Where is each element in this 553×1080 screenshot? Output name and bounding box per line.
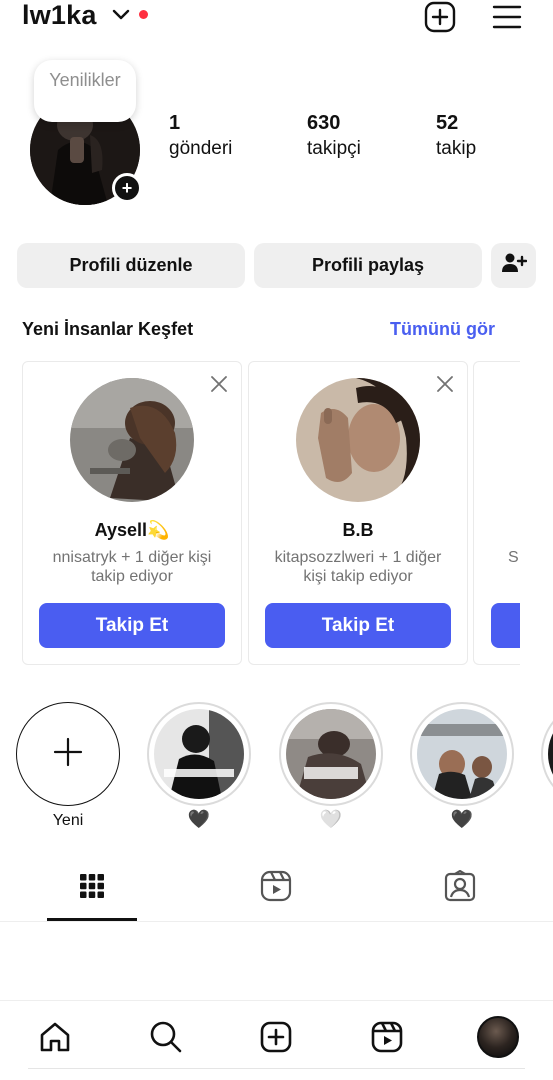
- search-icon[interactable]: [144, 1015, 188, 1059]
- suggestion-mutuals: nnisatryk + 1 diğer kişi takip ediyor: [52, 549, 212, 585]
- followers-value: 630: [307, 112, 341, 134]
- highlight-cover: [154, 709, 244, 799]
- tab-reels[interactable]: [256, 868, 296, 908]
- new-post-icon[interactable]: [423, 0, 457, 34]
- new-highlight-label: Yeni: [52, 812, 84, 829]
- plus-icon: [53, 737, 83, 772]
- highlight-item[interactable]: 🤍: [279, 702, 383, 828]
- highlight-title: 🤍: [319, 809, 343, 829]
- following-value: 52: [436, 112, 459, 134]
- followers-count[interactable]: 630 takipçi: [307, 111, 361, 161]
- posts-value: 1: [169, 112, 181, 134]
- following-label: takip: [436, 138, 477, 159]
- suggestion-avatar[interactable]: [70, 378, 194, 502]
- username[interactable]: lw1ka: [22, 0, 97, 31]
- tagged-icon: [444, 869, 476, 907]
- tab-tagged[interactable]: [440, 868, 480, 908]
- add-person-icon: [501, 252, 527, 279]
- follow-button[interactable]: Takip Et: [39, 603, 225, 648]
- reels-icon: [260, 870, 292, 907]
- divider: [0, 921, 553, 922]
- posts-label: gönderi: [169, 138, 233, 159]
- highlight-title: 🖤: [450, 809, 474, 829]
- home-icon[interactable]: [33, 1015, 77, 1059]
- suggestion-name[interactable]: Aysell💫: [23, 520, 241, 541]
- highlight-item[interactable]: [541, 702, 553, 806]
- highlight-cover: [286, 709, 376, 799]
- highlight-title: 🖤: [187, 809, 211, 829]
- follow-button[interactable]: Takip Et: [265, 603, 451, 648]
- highlight-cover: [548, 709, 553, 799]
- avatar: [477, 1016, 519, 1058]
- close-icon[interactable]: [435, 374, 455, 394]
- tab-posts[interactable]: [72, 868, 112, 908]
- highlight-cover: [417, 709, 507, 799]
- discover-people-button[interactable]: [491, 243, 536, 288]
- header: lw1ka: [0, 0, 553, 34]
- profile-note[interactable]: Yenilikler: [34, 60, 136, 122]
- close-icon[interactable]: [209, 374, 229, 394]
- chevron-down-icon[interactable]: [112, 8, 130, 27]
- suggestion-card[interactable]: B.B kitapsozzlweri + 1 diğer kişi takip …: [248, 361, 468, 665]
- following-count[interactable]: 52 takip: [436, 111, 476, 161]
- suggestion-mutuals: S: [508, 549, 519, 566]
- create-icon[interactable]: [254, 1015, 298, 1059]
- suggestion-card[interactable]: S: [473, 361, 520, 665]
- follow-button[interactable]: [491, 603, 520, 648]
- highlight-item[interactable]: 🖤: [410, 702, 514, 828]
- suggestion-card[interactable]: Aysell💫 nnisatryk + 1 diğer kişi takip e…: [22, 361, 242, 665]
- suggestion-name[interactable]: B.B: [249, 520, 467, 541]
- discover-title: Yeni İnsanlar Keşfet: [22, 319, 194, 339]
- see-all-link[interactable]: Tümünü gör: [390, 319, 495, 340]
- highlight-item[interactable]: 🖤: [147, 702, 251, 828]
- notification-dot: [139, 10, 148, 19]
- menu-icon[interactable]: [490, 0, 524, 34]
- profile-nav-avatar[interactable]: [476, 1015, 520, 1059]
- suggestion-avatar[interactable]: [296, 378, 420, 502]
- suggestion-mutuals: kitapsozzlweri + 1 diğer kişi takip ediy…: [274, 549, 442, 585]
- grid-icon: [79, 873, 105, 904]
- posts-count[interactable]: 1 gönderi: [169, 111, 232, 161]
- home-indicator: [28, 1068, 525, 1069]
- edit-profile-button[interactable]: Profili düzenle: [17, 243, 245, 288]
- share-profile-button[interactable]: Profili paylaş: [254, 243, 482, 288]
- new-highlight[interactable]: Yeni: [16, 702, 120, 830]
- reels-nav-icon[interactable]: [365, 1015, 409, 1059]
- new-highlight-ring[interactable]: [16, 702, 120, 806]
- add-story-button[interactable]: +: [112, 173, 142, 203]
- followers-label: takipçi: [307, 138, 361, 159]
